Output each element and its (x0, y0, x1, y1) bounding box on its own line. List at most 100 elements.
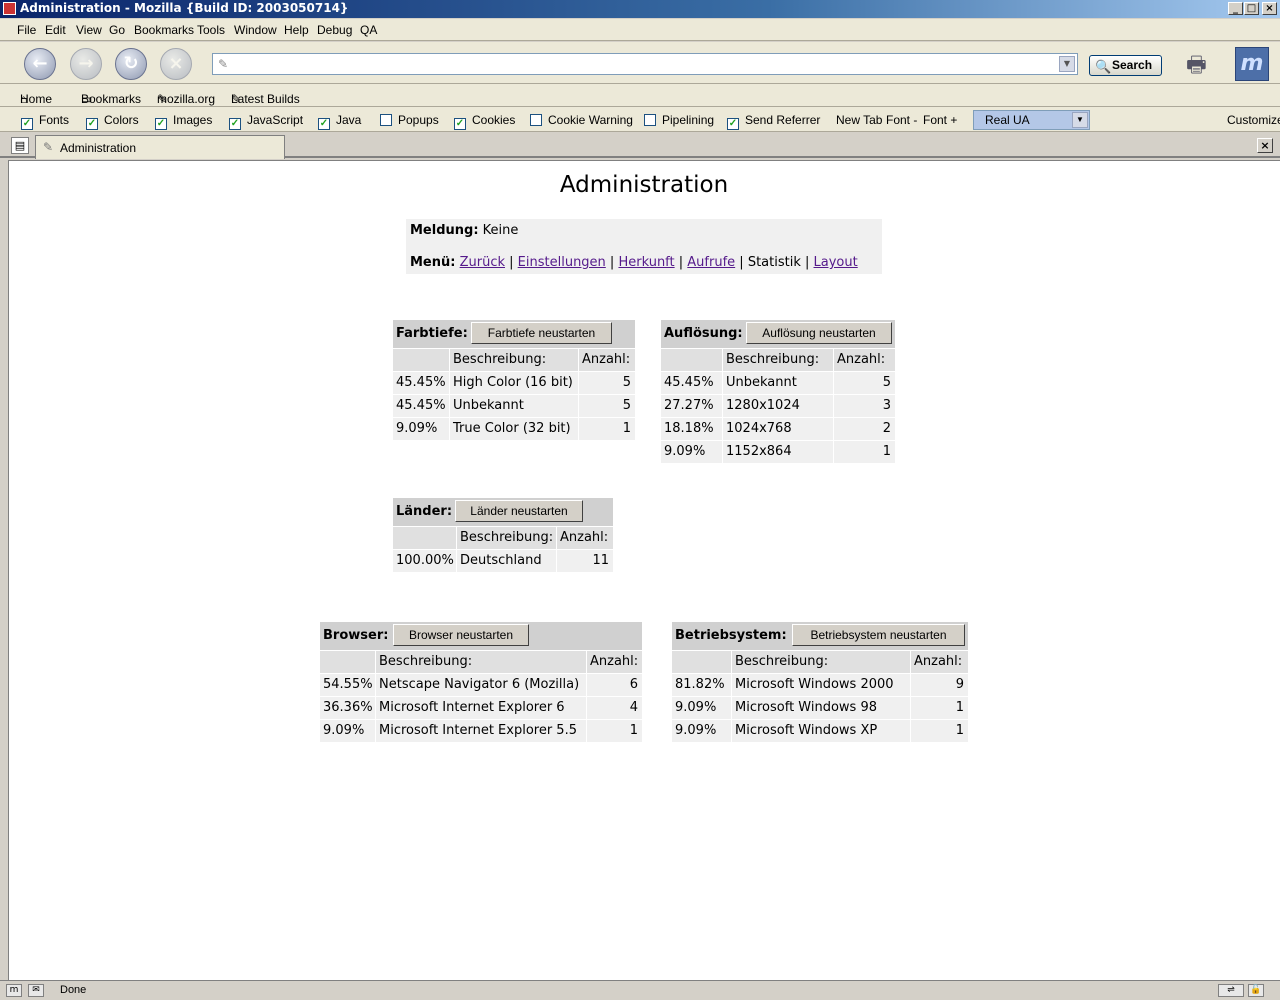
maximize-button[interactable]: □ (1244, 2, 1259, 15)
reset-betriebssystem-button[interactable]: Betriebsystem neustarten (792, 624, 965, 646)
pref-popups-checkbox[interactable]: Popups (380, 113, 439, 127)
window-title: Administration - Mozilla {Build ID: 2003… (20, 1, 349, 15)
online-status-icon[interactable]: ⇌ (1218, 984, 1244, 997)
table-title: Auflösung: (664, 326, 743, 341)
col-percent-header (672, 651, 731, 673)
close-window-button[interactable]: × (1262, 2, 1277, 15)
link-einstellungen[interactable]: Einstellungen (518, 255, 606, 270)
search-button-label: Search (1112, 58, 1153, 72)
cell-count: 6 (587, 674, 642, 696)
reset-aufloesung-button[interactable]: Auflösung neustarten (746, 322, 892, 344)
col-percent-header (393, 349, 449, 371)
col-desc-header: Beschreibung: (450, 349, 578, 371)
link-aufrufe[interactable]: Aufrufe (687, 255, 735, 270)
col-count-header: Anzahl: (557, 527, 613, 549)
table-title: Browser: (323, 628, 389, 643)
cell-desc: 1024x768 (723, 418, 833, 440)
table-aufloesung: Auflösung: Auflösung neustarten Beschrei… (661, 320, 895, 463)
checkbox-checked-icon: ✓ (86, 118, 98, 130)
security-lock-icon[interactable]: 🔓 (1248, 984, 1264, 997)
menu-debug[interactable]: Debug (317, 23, 352, 37)
col-desc-header: Beschreibung: (376, 651, 586, 673)
tab-administration[interactable]: ✎ Administration (35, 135, 285, 159)
cell-percent: 9.09% (672, 697, 731, 719)
new-tab-icon[interactable]: ▤ (11, 137, 29, 154)
cell-desc: 1280x1024 (723, 395, 833, 417)
pref-pipelining-checkbox[interactable]: Pipelining (644, 113, 714, 127)
pref-label: Send Referrer (745, 113, 821, 127)
menu-edit[interactable]: Edit (45, 23, 66, 37)
pref-label: Popups (398, 113, 439, 127)
menu-window[interactable]: Window (234, 23, 277, 37)
new-tab-button[interactable]: New Tab (836, 113, 882, 127)
cell-count: 11 (557, 550, 613, 572)
cell-count: 1 (587, 720, 642, 742)
cell-percent: 27.27% (661, 395, 722, 417)
font-plus-button[interactable]: Font + (923, 113, 957, 127)
pref-colors-checkbox[interactable]: ✓ Colors (86, 113, 139, 130)
link-layout[interactable]: Layout (814, 255, 858, 270)
cell-count: 1 (911, 720, 968, 742)
cell-percent: 45.45% (393, 395, 449, 417)
current-page-statistik: Statistik (747, 255, 801, 270)
print-icon[interactable]: 🖶 (1186, 48, 1216, 78)
cell-count: 1 (834, 441, 895, 463)
close-tab-button[interactable]: × (1257, 138, 1273, 153)
pref-fonts-checkbox[interactable]: ✓ Fonts (21, 113, 69, 130)
cell-percent: 36.36% (320, 697, 375, 719)
font-minus-button[interactable]: Font - (886, 113, 917, 127)
mozilla-throbber-icon[interactable]: m (1235, 47, 1269, 81)
stop-button[interactable]: × (160, 48, 192, 80)
pref-label: JavaScript (247, 113, 304, 127)
pref-cookie-warning-checkbox[interactable]: Cookie Warning (530, 113, 633, 127)
message-row: Meldung: Keine (410, 223, 518, 238)
customize-button[interactable]: Customize (1227, 113, 1280, 127)
user-agent-value: Real UA (985, 113, 1030, 127)
sidebar-grippy[interactable] (0, 160, 8, 980)
cell-percent: 45.45% (661, 372, 722, 394)
table-betriebssystem: Betriebsystem: Betriebsystem neustarten … (672, 622, 968, 742)
table-farbtiefe: Farbtiefe: Farbtiefe neustarten Beschrei… (393, 320, 635, 440)
search-button[interactable]: 🔍 Search (1089, 55, 1162, 76)
mail-icon[interactable]: ✉ (28, 984, 44, 997)
url-dropdown-icon[interactable]: ▼ (1059, 56, 1075, 72)
search-icon: 🔍 (1095, 59, 1112, 74)
pref-java-checkbox[interactable]: ✓ Java (318, 113, 361, 130)
menu-bookmarks[interactable]: Bookmarks (134, 23, 194, 37)
cell-desc: High Color (16 bit) (450, 372, 578, 394)
reload-button[interactable]: ↻ (115, 48, 147, 80)
message-value: Keine (482, 223, 519, 238)
link-zurueck[interactable]: Zurück (460, 255, 505, 270)
pref-send-referrer-checkbox[interactable]: ✓ Send Referrer (727, 113, 820, 130)
mozilla-icon[interactable]: m (6, 984, 22, 997)
menu-go[interactable]: Go (109, 23, 125, 37)
pref-label: Java (336, 113, 362, 127)
menu-view[interactable]: View (76, 23, 102, 37)
chevron-down-icon[interactable]: ▼ (1072, 112, 1088, 128)
pref-images-checkbox[interactable]: ✓ Images (155, 113, 212, 130)
cell-desc: Unbekannt (723, 372, 833, 394)
menu-tools[interactable]: Tools (197, 23, 225, 37)
cell-percent: 9.09% (393, 418, 449, 440)
forward-button[interactable]: → (70, 48, 102, 80)
pref-javascript-checkbox[interactable]: ✓ JavaScript (229, 113, 303, 130)
link-herkunft[interactable]: Herkunft (618, 255, 674, 270)
back-button[interactable]: ← (24, 48, 56, 80)
pref-cookies-checkbox[interactable]: ✓ Cookies (454, 113, 515, 130)
page-icon: ✎ (43, 140, 54, 154)
home-label: Home (20, 92, 53, 106)
pref-label: Pipelining (662, 113, 715, 127)
menu-help[interactable]: Help (284, 23, 309, 37)
minimize-button[interactable]: _ (1228, 2, 1243, 15)
reset-farbtiefe-button[interactable]: Farbtiefe neustarten (471, 322, 612, 344)
menu-file[interactable]: File (17, 23, 36, 37)
page-content (8, 160, 1280, 980)
col-count-header: Anzahl: (579, 349, 635, 371)
reset-laender-button[interactable]: Länder neustarten (455, 500, 583, 522)
reset-browser-button[interactable]: Browser neustarten (393, 624, 529, 646)
user-agent-select[interactable]: Real UA ▼ (973, 110, 1090, 130)
menu-qa[interactable]: QA (360, 23, 377, 37)
message-label: Meldung: (410, 223, 479, 238)
bookmarks-label: Bookmarks (81, 92, 142, 106)
url-bar[interactable]: ✎ ▼ (212, 53, 1078, 75)
